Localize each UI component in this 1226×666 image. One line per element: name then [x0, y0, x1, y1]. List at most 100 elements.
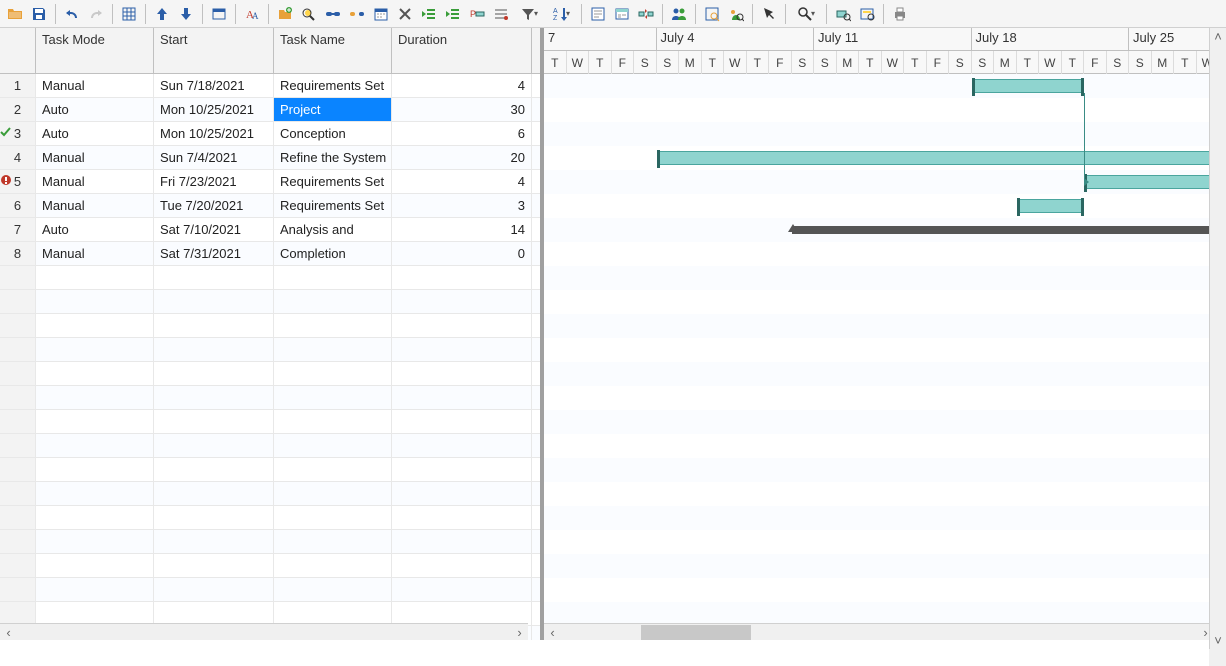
row-number-cell[interactable]: [0, 338, 36, 361]
cell-empty[interactable]: [392, 482, 532, 505]
cell-duration[interactable]: 4: [392, 74, 532, 97]
table-row[interactable]: 3 Auto Mon 10/25/2021 Conception 6: [0, 122, 540, 146]
table-row-empty[interactable]: [0, 554, 540, 578]
cell-empty[interactable]: [274, 434, 392, 457]
cell-task-name[interactable]: Refine the System: [274, 146, 392, 169]
split-button[interactable]: [635, 3, 657, 25]
cell-task-mode[interactable]: Manual: [36, 194, 154, 217]
undo-button[interactable]: [61, 3, 83, 25]
row-number-cell[interactable]: 6: [0, 194, 36, 217]
resources-button[interactable]: [668, 3, 690, 25]
table-row-empty[interactable]: [0, 506, 540, 530]
cell-empty[interactable]: [274, 578, 392, 601]
cell-empty[interactable]: [392, 578, 532, 601]
cell-duration[interactable]: 4: [392, 170, 532, 193]
row-number-cell[interactable]: [0, 506, 36, 529]
zoom-button[interactable]: ▾: [791, 3, 821, 25]
table-row-empty[interactable]: [0, 338, 540, 362]
row-number-cell[interactable]: [0, 482, 36, 505]
row-number-cell[interactable]: [0, 602, 36, 625]
gantt-row[interactable]: [544, 434, 1226, 458]
gantt-row[interactable]: [544, 506, 1226, 530]
cell-empty[interactable]: [36, 482, 154, 505]
cell-empty[interactable]: [36, 410, 154, 433]
cell-start-date[interactable]: Sun 7/4/2021: [154, 146, 274, 169]
cell-task-mode[interactable]: Auto: [36, 98, 154, 121]
constraint-button[interactable]: [490, 3, 512, 25]
gantt-row[interactable]: [544, 458, 1226, 482]
zoom-in-button[interactable]: [701, 3, 723, 25]
cell-empty[interactable]: [154, 530, 274, 553]
cell-start-date[interactable]: Fri 7/23/2021: [154, 170, 274, 193]
gantt-row[interactable]: [544, 194, 1226, 218]
scroll-up-icon[interactable]: ˄: [1210, 28, 1226, 45]
cell-empty[interactable]: [36, 602, 154, 625]
cell-empty[interactable]: [392, 530, 532, 553]
scroll-track[interactable]: [17, 624, 511, 641]
table-row-empty[interactable]: [0, 266, 540, 290]
gantt-row[interactable]: [544, 314, 1226, 338]
scroll-down-icon[interactable]: ˅: [1210, 632, 1226, 649]
scroll-right-icon[interactable]: ›: [511, 624, 528, 641]
row-number-cell[interactable]: 3: [0, 122, 36, 145]
sort-button[interactable]: AZ▾: [546, 3, 576, 25]
table-row-empty[interactable]: [0, 410, 540, 434]
timescale[interactable]: 7July 4July 11July 18July 25 TWTFSSMTWTF…: [544, 28, 1226, 74]
table-row-empty[interactable]: [0, 362, 540, 386]
cell-task-mode[interactable]: Auto: [36, 218, 154, 241]
cell-empty[interactable]: [154, 386, 274, 409]
calendar-button[interactable]: [370, 3, 392, 25]
gantt-body[interactable]: [544, 74, 1226, 640]
gantt-bar[interactable]: [657, 151, 1220, 165]
table-row-empty[interactable]: [0, 530, 540, 554]
cell-start-date[interactable]: Mon 10/25/2021: [154, 98, 274, 121]
column-header-start[interactable]: Start: [154, 28, 274, 73]
cell-task-name[interactable]: Analysis and: [274, 218, 392, 241]
cell-empty[interactable]: [154, 506, 274, 529]
progress-button[interactable]: P: [466, 3, 488, 25]
cell-empty[interactable]: [392, 266, 532, 289]
cell-empty[interactable]: [154, 578, 274, 601]
filter-button[interactable]: ▾: [514, 3, 544, 25]
table-row-empty[interactable]: [0, 482, 540, 506]
gantt-row[interactable]: [544, 578, 1226, 602]
pointer-button[interactable]: [758, 3, 780, 25]
cell-duration[interactable]: 6: [392, 122, 532, 145]
open-file-button[interactable]: [4, 3, 26, 25]
cell-empty[interactable]: [274, 530, 392, 553]
cell-empty[interactable]: [154, 314, 274, 337]
row-number-cell[interactable]: [0, 458, 36, 481]
indent-button[interactable]: [442, 3, 464, 25]
gantt-row[interactable]: [544, 410, 1226, 434]
cell-empty[interactable]: [392, 506, 532, 529]
row-number-cell[interactable]: [0, 410, 36, 433]
cell-empty[interactable]: [36, 338, 154, 361]
cell-empty[interactable]: [36, 434, 154, 457]
cell-duration[interactable]: 0: [392, 242, 532, 265]
scroll-thumb[interactable]: [641, 625, 751, 640]
cell-task-name[interactable]: Requirements Set: [274, 74, 392, 97]
print-button[interactable]: [889, 3, 911, 25]
gantt-bar[interactable]: [792, 226, 1220, 234]
cell-start-date[interactable]: Mon 10/25/2021: [154, 122, 274, 145]
row-number-cell[interactable]: [0, 530, 36, 553]
cell-empty[interactable]: [274, 458, 392, 481]
fit-window-button[interactable]: [208, 3, 230, 25]
cell-empty[interactable]: [274, 338, 392, 361]
cell-empty[interactable]: [36, 530, 154, 553]
vertical-scrollbar[interactable]: ˄ ˅: [1209, 28, 1226, 649]
table-row[interactable]: 2 Auto Mon 10/25/2021 Project 30: [0, 98, 540, 122]
cell-task-name[interactable]: Requirements Set: [274, 170, 392, 193]
cell-empty[interactable]: [274, 362, 392, 385]
row-number-cell[interactable]: [0, 290, 36, 313]
format-text-button[interactable]: AA: [241, 3, 263, 25]
cell-duration[interactable]: 30: [392, 98, 532, 121]
cell-task-name[interactable]: Requirements Set: [274, 194, 392, 217]
table-row-empty[interactable]: [0, 578, 540, 602]
scroll-left-icon[interactable]: ‹: [0, 624, 17, 641]
insert-table-button[interactable]: [118, 3, 140, 25]
row-number-cell[interactable]: 8: [0, 242, 36, 265]
cell-empty[interactable]: [392, 410, 532, 433]
row-number-cell[interactable]: [0, 434, 36, 457]
table-row-empty[interactable]: [0, 458, 540, 482]
